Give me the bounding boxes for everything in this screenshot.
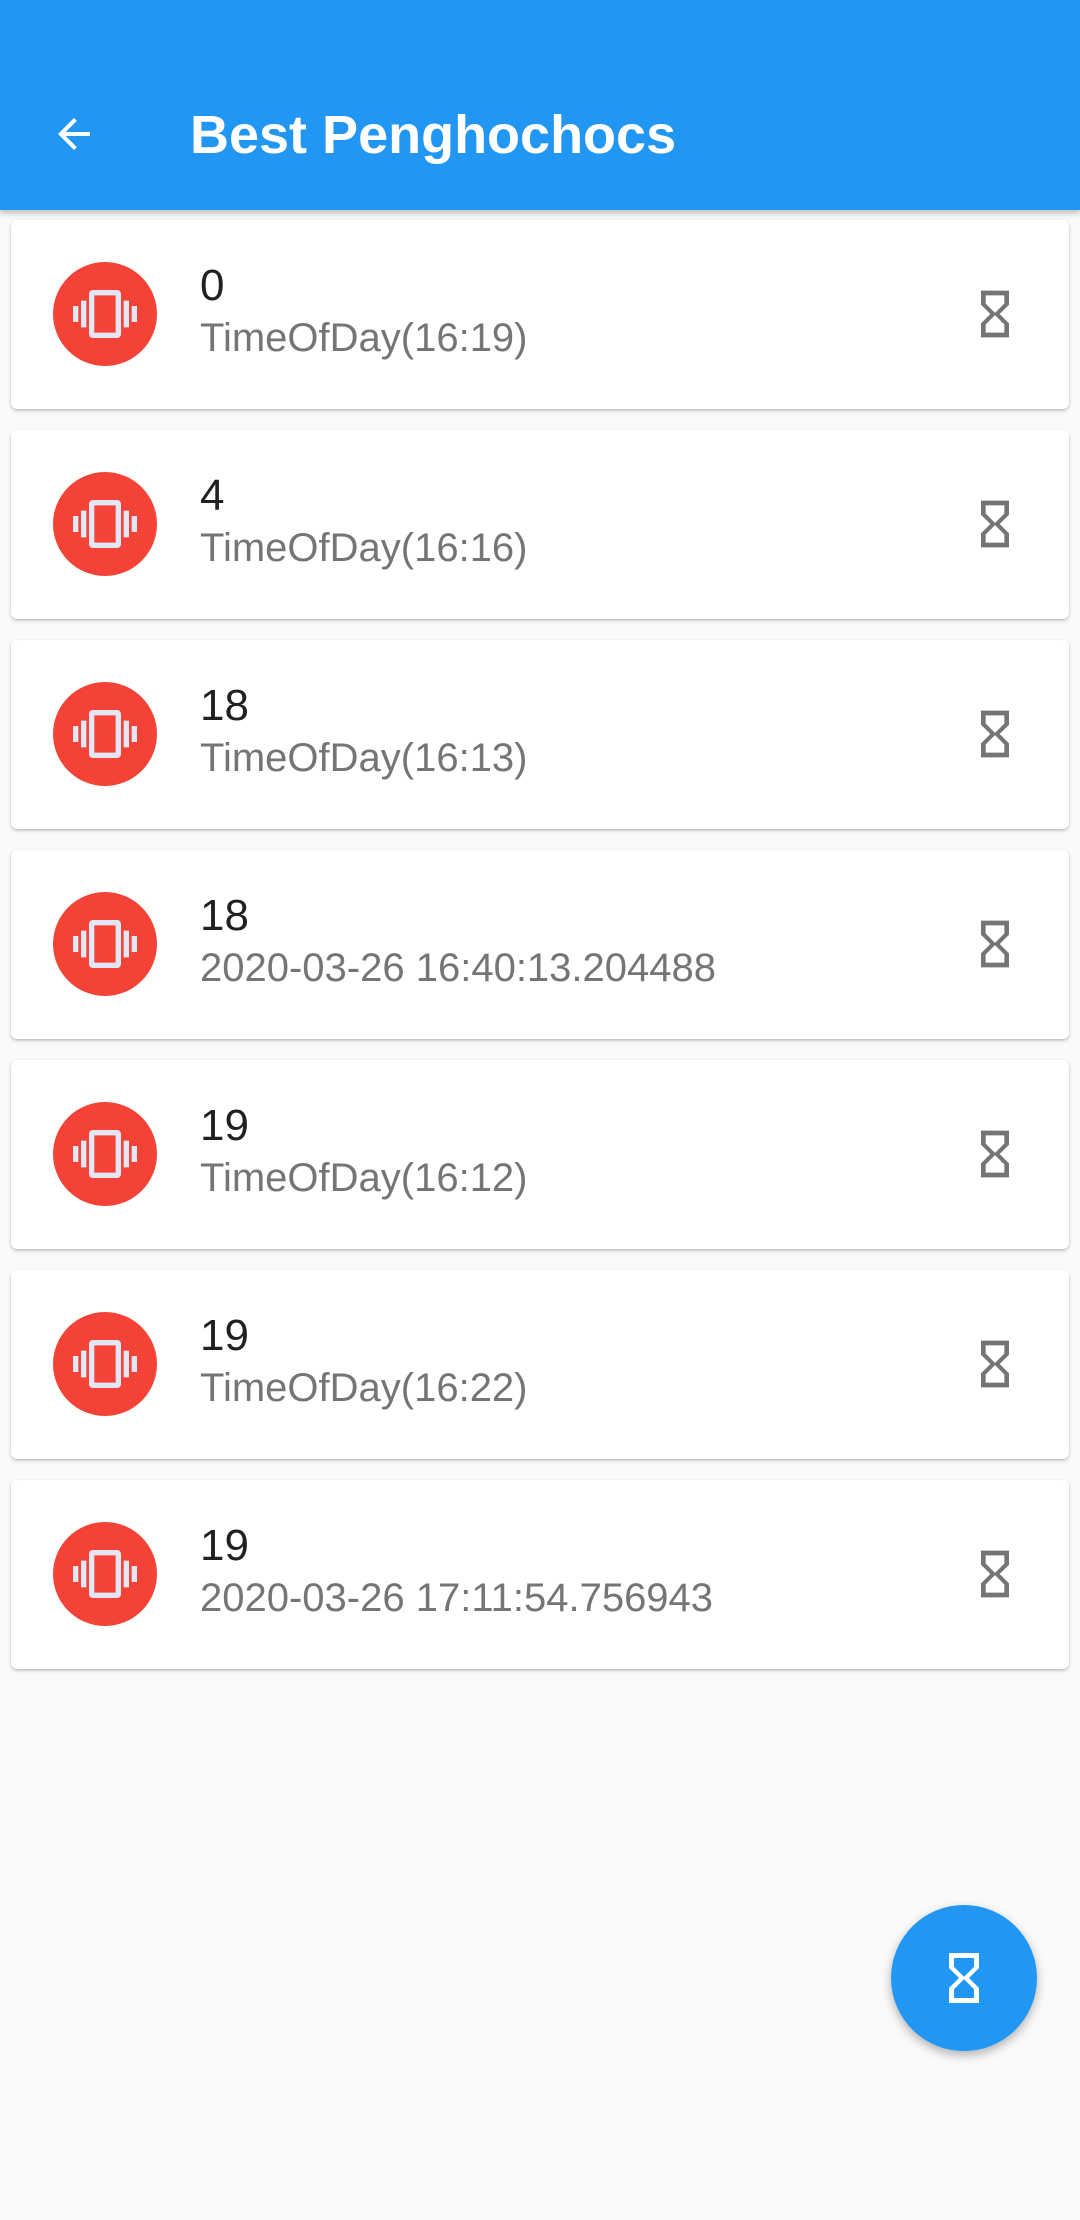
list-item[interactable]: 0 TimeOfDay(16:19): [11, 220, 1069, 409]
item-title: 19: [200, 1311, 249, 1360]
list-item[interactable]: 19 TimeOfDay(16:12): [11, 1060, 1069, 1249]
list-item[interactable]: 18 TimeOfDay(16:13): [11, 640, 1069, 829]
vibration-icon: [73, 1130, 137, 1178]
vibration-icon: [73, 920, 137, 968]
avatar: [53, 1312, 157, 1416]
hourglass-icon: [981, 290, 1009, 338]
arrow-back-icon: [58, 118, 90, 150]
hourglass-button[interactable]: [961, 700, 1029, 768]
avatar: [53, 262, 157, 366]
item-title: 19: [200, 1521, 249, 1570]
avatar: [53, 472, 157, 576]
hourglass-icon: [981, 1130, 1009, 1178]
item-title: 18: [200, 891, 249, 940]
hourglass-icon: [981, 1340, 1009, 1388]
vibration-icon: [73, 710, 137, 758]
hourglass-button[interactable]: [961, 280, 1029, 348]
avatar: [53, 682, 157, 786]
hourglass-icon: [981, 710, 1009, 758]
list-item[interactable]: 19 TimeOfDay(16:22): [11, 1270, 1069, 1459]
hourglass-button[interactable]: [961, 490, 1029, 558]
item-title: 4: [200, 471, 225, 520]
page-title: Best Penghochocs: [190, 105, 677, 165]
item-subtitle: TimeOfDay(16:16): [200, 526, 528, 570]
item-subtitle: 2020-03-26 16:40:13.204488: [200, 946, 717, 990]
vibration-icon: [73, 1340, 137, 1388]
list-item[interactable]: 18 2020-03-26 16:40:13.204488: [11, 850, 1069, 1039]
item-title: 19: [200, 1101, 249, 1150]
hourglass-button[interactable]: [961, 1540, 1029, 1608]
vibration-icon: [73, 290, 137, 338]
item-subtitle: 2020-03-26 17:11:54.756943: [200, 1576, 714, 1620]
item-title: 0: [200, 261, 225, 310]
hourglass-button[interactable]: [961, 1330, 1029, 1398]
app-bar: Best Penghochocs: [0, 0, 1080, 210]
list-item[interactable]: 4 TimeOfDay(16:16): [11, 430, 1069, 619]
avatar: [53, 892, 157, 996]
avatar: [53, 1522, 157, 1626]
item-title: 18: [200, 681, 249, 730]
hourglass-button[interactable]: [961, 910, 1029, 978]
item-subtitle: TimeOfDay(16:22): [200, 1366, 528, 1410]
item-subtitle: TimeOfDay(16:19): [200, 316, 528, 360]
hourglass-icon: [981, 500, 1009, 548]
hourglass-icon: [981, 920, 1009, 968]
hourglass-icon: [981, 1550, 1009, 1598]
avatar: [53, 1102, 157, 1206]
hourglass-button[interactable]: [961, 1120, 1029, 1188]
item-subtitle: TimeOfDay(16:13): [200, 736, 528, 780]
vibration-icon: [73, 1550, 137, 1598]
fab-button[interactable]: [891, 1905, 1037, 2051]
back-button[interactable]: [40, 100, 108, 168]
vibration-icon: [73, 500, 137, 548]
list-item[interactable]: 19 2020-03-26 17:11:54.756943: [11, 1480, 1069, 1669]
item-subtitle: TimeOfDay(16:12): [200, 1156, 528, 1200]
hourglass-icon: [949, 1953, 979, 2003]
